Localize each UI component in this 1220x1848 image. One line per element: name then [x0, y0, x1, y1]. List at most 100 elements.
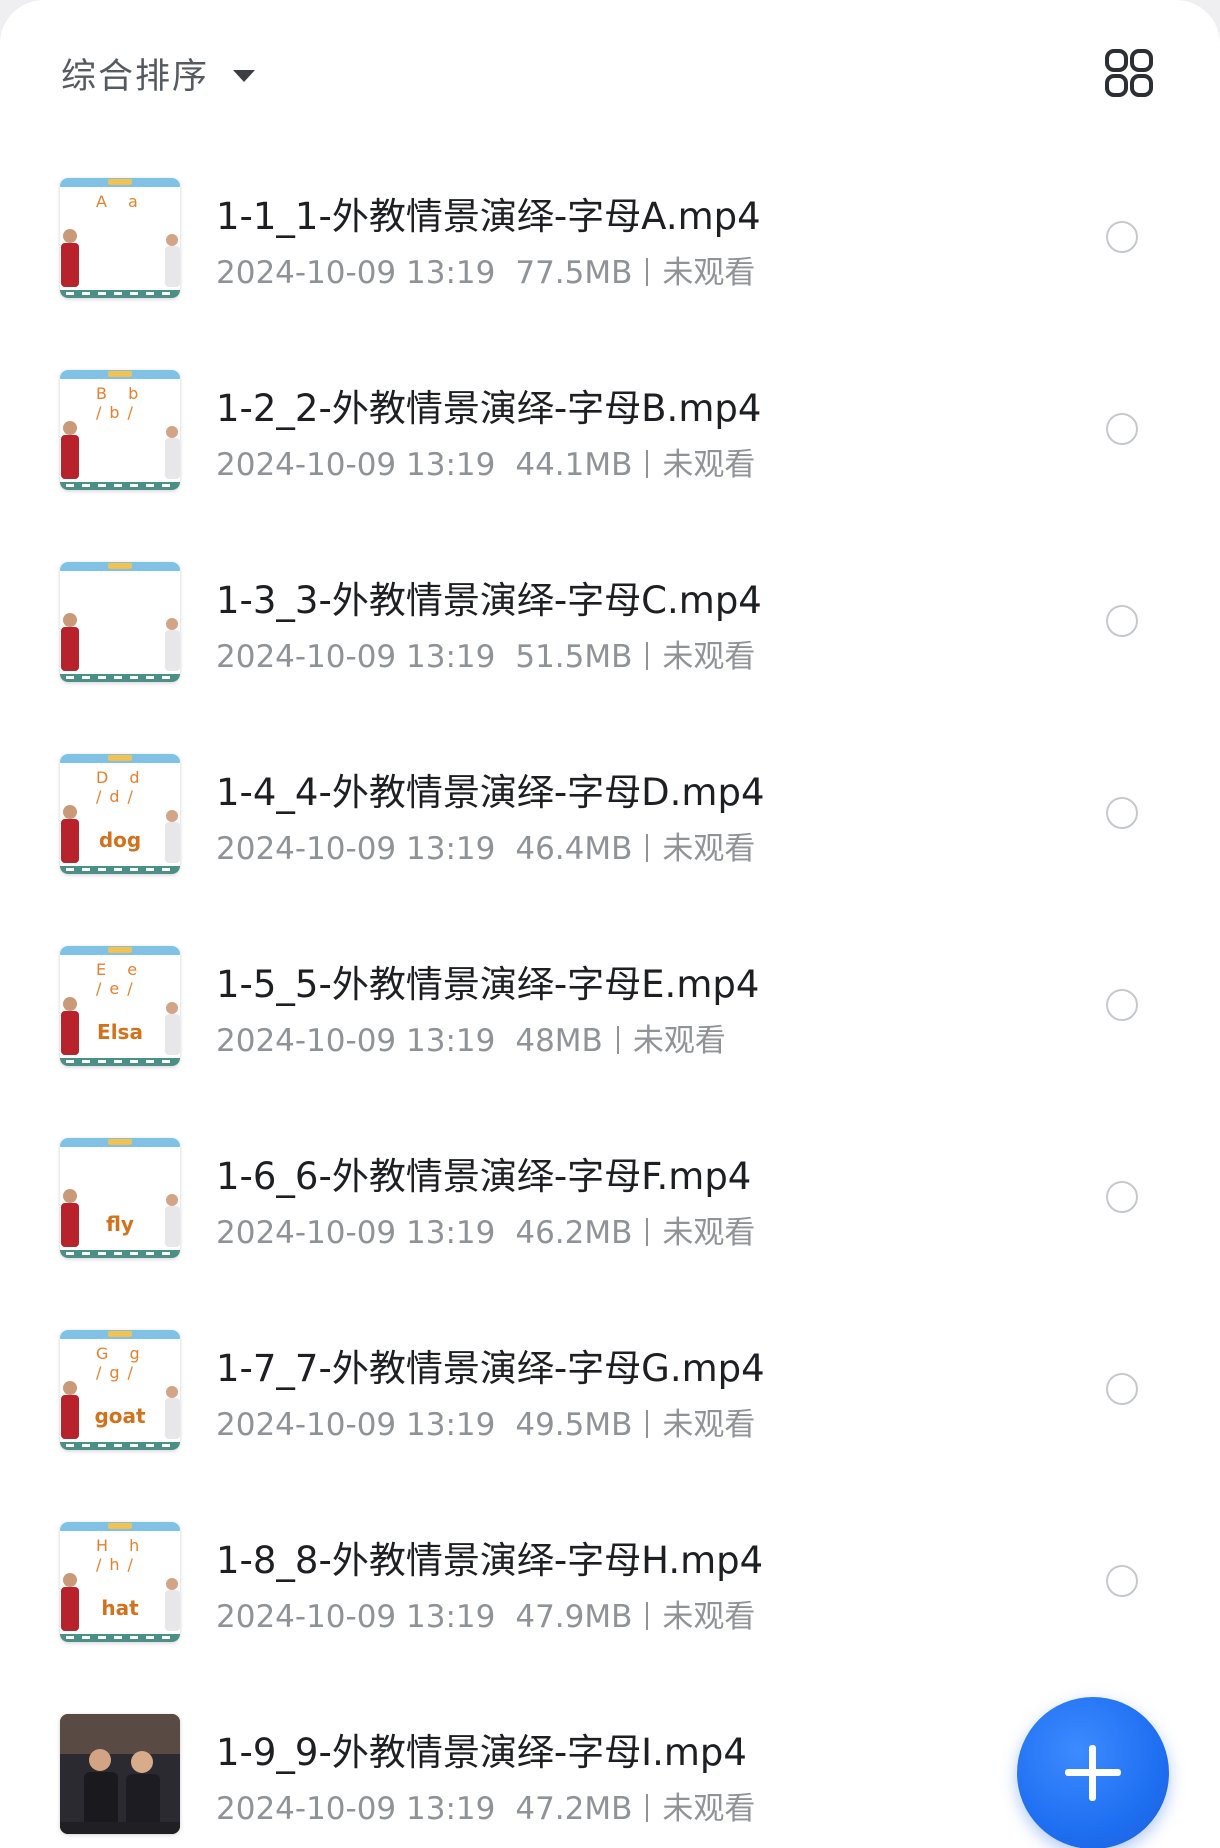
file-date: 2024-10-09 13:19: [216, 447, 496, 483]
meta-divider: [646, 1794, 649, 1822]
file-meta: 2024-10-09 13:19 48MB 未观看: [216, 1015, 726, 1060]
thumbnail-word: goat: [94, 1404, 146, 1428]
file-size: 77.5MB: [515, 255, 633, 291]
video-thumbnail: G g /g/ goat: [60, 1330, 180, 1450]
file-list-item[interactable]: A a 1-1_1-外教情景演绎-字母A.mp4 2024-10-09 13:1…: [0, 140, 1220, 332]
video-thumbnail: fly: [60, 1138, 180, 1258]
file-size: 48MB: [515, 1023, 603, 1059]
file-date: 2024-10-09 13:19: [216, 1023, 496, 1059]
select-radio[interactable]: [1106, 605, 1138, 637]
video-thumbnail: [60, 562, 180, 682]
file-title: 1-2_2-外教情景演绎-字母B.mp4: [216, 387, 762, 430]
file-title: 1-6_6-外教情景演绎-字母F.mp4: [216, 1155, 752, 1198]
file-meta: 2024-10-09 13:19 44.1MB 未观看: [216, 439, 755, 484]
watch-status: 未观看: [662, 447, 756, 483]
list-header: 综合排序: [0, 0, 1220, 140]
file-size: 44.1MB: [515, 447, 633, 483]
sort-label: 综合排序: [61, 57, 210, 97]
watch-status: 未观看: [662, 1215, 756, 1251]
meta-divider: [646, 1218, 649, 1246]
meta-divider: [616, 1026, 619, 1054]
file-title: 1-5_5-外教情景演绎-字母E.mp4: [216, 963, 760, 1006]
file-date: 2024-10-09 13:19: [216, 639, 496, 675]
video-thumbnail: E e /e/ Elsa: [60, 946, 180, 1066]
thumbnail-word: Elsa: [97, 1020, 143, 1044]
select-radio[interactable]: [1106, 413, 1138, 445]
file-list-item[interactable]: G g /g/ goat 1-7_7-外教情景演绎-字母G.mp4 2024-1…: [0, 1292, 1220, 1484]
file-size: 46.4MB: [515, 831, 633, 867]
file-date: 2024-10-09 13:19: [216, 1215, 496, 1251]
file-size: 46.2MB: [515, 1215, 633, 1251]
select-radio[interactable]: [1106, 1565, 1138, 1597]
file-date: 2024-10-09 13:19: [216, 255, 496, 291]
file-size: 49.5MB: [515, 1407, 633, 1443]
file-size: 51.5MB: [515, 639, 633, 675]
video-thumbnail: [60, 1714, 180, 1834]
thumbnail-art: [60, 1138, 180, 1258]
file-title: 1-3_3-外教情景演绎-字母C.mp4: [216, 579, 762, 622]
file-list-item[interactable]: 1-3_3-外教情景演绎-字母C.mp4 2024-10-09 13:19 51.…: [0, 524, 1220, 716]
file-title: 1-4_4-外教情景演绎-字母D.mp4: [216, 771, 765, 814]
thumbnail-letters: D d /d/: [96, 768, 148, 806]
file-title: 1-8_8-外教情景演绎-字母H.mp4: [216, 1539, 764, 1582]
thumbnail-word: hat: [101, 1596, 139, 1620]
file-meta: 2024-10-09 13:19 49.5MB 未观看: [216, 1399, 755, 1444]
video-thumbnail: D d /d/ dog: [60, 754, 180, 874]
grid-view-toggle-button[interactable]: [1104, 48, 1154, 98]
meta-divider: [646, 258, 649, 286]
select-radio[interactable]: [1106, 1181, 1138, 1213]
file-title: 1-9_9-外教情景演绎-字母I.mp4: [216, 1731, 747, 1774]
file-meta: 2024-10-09 13:19 47.2MB 未观看: [216, 1783, 755, 1828]
file-size: 47.9MB: [515, 1599, 633, 1635]
grid-view-icon: [1105, 49, 1153, 97]
select-radio[interactable]: [1106, 1373, 1138, 1405]
watch-status: 未观看: [662, 255, 756, 291]
file-size: 47.2MB: [515, 1791, 633, 1827]
watch-status: 未观看: [662, 639, 756, 675]
plus-icon: [1089, 1745, 1096, 1801]
watch-status: 未观看: [662, 1599, 756, 1635]
video-thumbnail: B b /b/: [60, 370, 180, 490]
watch-status: 未观看: [632, 1023, 726, 1059]
select-radio[interactable]: [1106, 221, 1138, 253]
thumbnail-art: [60, 562, 180, 682]
file-list-item[interactable]: fly 1-6_6-外教情景演绎-字母F.mp4 2024-10-09 13:1…: [0, 1100, 1220, 1292]
video-thumbnail: H h /h/ hat: [60, 1522, 180, 1642]
sort-dropdown[interactable]: 综合排序: [61, 48, 256, 99]
thumbnail-letters: G g /g/: [96, 1344, 148, 1382]
file-list-item[interactable]: B b /b/ 1-2_2-外教情景演绎-字母B.mp4 2024-10-09 …: [0, 332, 1220, 524]
file-meta: 2024-10-09 13:19 77.5MB 未观看: [216, 247, 755, 292]
meta-divider: [646, 642, 649, 670]
meta-divider: [646, 834, 649, 862]
meta-divider: [646, 1602, 649, 1630]
thumbnail-word: dog: [98, 828, 142, 852]
add-button[interactable]: [1017, 1697, 1169, 1848]
video-file-list: A a 1-1_1-外教情景演绎-字母A.mp4 2024-10-09 13:1…: [0, 140, 1220, 1848]
select-radio[interactable]: [1106, 989, 1138, 1021]
file-meta: 2024-10-09 13:19 46.4MB 未观看: [216, 823, 755, 868]
meta-divider: [646, 450, 649, 478]
file-meta: 2024-10-09 13:19 47.9MB 未观看: [216, 1591, 755, 1636]
file-date: 2024-10-09 13:19: [216, 831, 496, 867]
file-list-sheet: 综合排序 A a 1-1_1-外教情景演绎-字母A.mp4 2024-10-09…: [0, 0, 1220, 1848]
file-meta: 2024-10-09 13:19 51.5MB 未观看: [216, 631, 755, 676]
watch-status: 未观看: [662, 831, 756, 867]
caret-down-icon: [233, 69, 256, 82]
file-title: 1-7_7-外教情景演绎-字母G.mp4: [216, 1347, 765, 1390]
file-list-item[interactable]: D d /d/ dog 1-4_4-外教情景演绎-字母D.mp4 2024-10…: [0, 716, 1220, 908]
watch-status: 未观看: [662, 1407, 756, 1443]
file-date: 2024-10-09 13:19: [216, 1599, 496, 1635]
select-radio[interactable]: [1106, 797, 1138, 829]
thumbnail-letters: H h /h/: [96, 1536, 148, 1574]
thumbnail-letters: B b /b/: [96, 384, 147, 422]
file-list-item[interactable]: E e /e/ Elsa 1-5_5-外教情景演绎-字母E.mp4 2024-1…: [0, 908, 1220, 1100]
thumbnail-letters: E e /e/: [96, 960, 146, 998]
file-list-item[interactable]: H h /h/ hat 1-8_8-外教情景演绎-字母H.mp4 2024-10…: [0, 1484, 1220, 1676]
video-thumbnail: A a: [60, 178, 180, 298]
watch-status: 未观看: [662, 1791, 756, 1827]
file-date: 2024-10-09 13:19: [216, 1791, 496, 1827]
meta-divider: [646, 1410, 649, 1438]
file-title: 1-1_1-外教情景演绎-字母A.mp4: [216, 195, 761, 238]
file-meta: 2024-10-09 13:19 46.2MB 未观看: [216, 1207, 755, 1252]
thumbnail-letters: A a: [96, 192, 146, 211]
